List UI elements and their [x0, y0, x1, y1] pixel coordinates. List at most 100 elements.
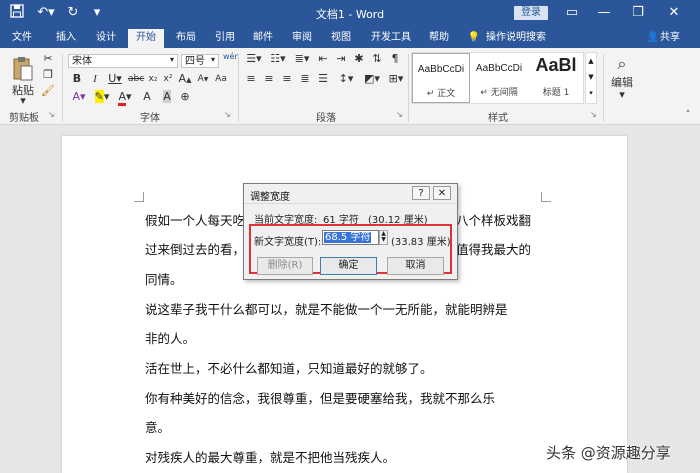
strikethrough-icon[interactable]: abc [128, 72, 144, 86]
close-button[interactable]: ✕ [660, 3, 688, 23]
increase-indent-icon[interactable]: ⇥ [334, 52, 348, 66]
shading-icon[interactable]: ◩▾ [362, 72, 382, 86]
paragraph-line-fragment[interactable]: 值得我最大的 [456, 239, 531, 258]
phonetic-guide-icon[interactable]: wén [223, 52, 240, 61]
editing-dropdown-icon[interactable]: ▾ [614, 88, 630, 102]
italic-icon[interactable]: I [88, 72, 102, 86]
borders-icon[interactable]: ⊞▾ [386, 72, 406, 86]
paragraph-line[interactable]: 活在世上，不必什么都知道，只知道最好的就够了。 [145, 358, 433, 377]
style-preview: AaBbCcDi [475, 63, 523, 74]
paragraph-line[interactable]: 非的人。 [145, 328, 195, 347]
collapse-ribbon-icon[interactable]: ˄ [682, 108, 694, 122]
tab-insert[interactable]: 插入 [50, 29, 82, 48]
ribbon-tabs: 文件 插入 设计 开始 布局 引用 邮件 审阅 视图 开发工具 帮助 💡 操作说… [0, 26, 700, 48]
bold-icon[interactable]: B [70, 72, 84, 86]
align-left-icon[interactable]: ≡ [244, 72, 258, 86]
tab-design[interactable]: 设计 [90, 29, 122, 48]
tab-file[interactable]: 文件 [6, 29, 38, 48]
paste-dropdown-icon[interactable]: ▾ [16, 94, 30, 108]
show-marks-icon[interactable]: ¶ [388, 52, 402, 66]
paragraph-line[interactable]: 对残疾人的最大尊重，就是不把他当残疾人。 [145, 447, 395, 466]
copy-icon[interactable]: ❐ [40, 68, 56, 82]
align-right-icon[interactable]: ≡ [280, 72, 294, 86]
separator [408, 54, 409, 122]
bullets-icon[interactable]: ☰▾ [244, 52, 264, 66]
clipboard-launcher-icon[interactable]: ↘ [48, 110, 55, 119]
decrease-indent-icon[interactable]: ⇤ [316, 52, 330, 66]
styles-scroll-icon[interactable]: ▲ ▼ ▾ [585, 52, 597, 104]
lightbulb-icon: 💡 [467, 32, 481, 43]
dialog-close-button[interactable]: ✕ [433, 186, 451, 200]
styles-group-label: 样式 [488, 113, 508, 124]
tell-me-search[interactable]: 操作说明搜索 [486, 29, 552, 48]
ribbon-display-options-icon[interactable]: ▭ [558, 3, 586, 23]
tab-view[interactable]: 视图 [325, 29, 357, 48]
distributed-icon[interactable]: ☰ [316, 72, 330, 86]
find-magnifier-icon[interactable]: ⌕ [610, 54, 634, 74]
tab-review[interactable]: 审阅 [286, 29, 318, 48]
font-size-dropdown-icon[interactable]: ▾ [211, 55, 215, 64]
separator [62, 54, 63, 122]
style-name: ↵ 正文 [426, 89, 456, 99]
style-no-spacing[interactable]: AaBbCcDi ↵ 无间隔 [470, 53, 528, 103]
justify-icon[interactable]: ≣ [298, 72, 312, 86]
title-bar: ↶▾ ↻ ▾ 文档1 - Word 登录 ▭ — ❐ ✕ [0, 0, 700, 26]
font-name-combo[interactable]: 宋体 [68, 54, 178, 68]
chinese-layout-icon[interactable]: ✱ [352, 52, 366, 66]
format-painter-icon[interactable]: 🖌 [40, 84, 56, 98]
subscript-icon[interactable]: x₂ [146, 72, 160, 86]
minimize-button[interactable]: — [590, 3, 618, 23]
underline-icon[interactable]: U▾ [106, 72, 124, 86]
help-button[interactable]: ? [412, 186, 430, 200]
highlight-icon[interactable]: ✎▾ [93, 90, 111, 104]
delete-button[interactable]: 删除(R) [257, 257, 313, 275]
paragraph-line[interactable]: 你有种美好的信念，我很尊重，但是要硬塞给我，我就不那么乐 [145, 388, 495, 407]
shrink-font-icon[interactable]: A▼ [196, 72, 210, 87]
separator [603, 54, 604, 122]
styles-launcher-icon[interactable]: ↘ [590, 110, 597, 119]
style-heading-1[interactable]: AaBl 标题 1 [528, 53, 584, 103]
margin-corner-mark [541, 192, 551, 202]
change-case-icon[interactable]: Aa [214, 72, 228, 86]
line-spacing-icon[interactable]: ↕▾ [336, 72, 356, 86]
restore-button[interactable]: ❐ [624, 3, 652, 23]
grow-font-icon[interactable]: A▲ [178, 72, 192, 87]
text-effects-icon[interactable]: A▾ [70, 90, 88, 104]
tab-home[interactable]: 开始 [128, 29, 164, 48]
paragraph-launcher-icon[interactable]: ↘ [396, 110, 403, 119]
tab-references[interactable]: 引用 [209, 29, 241, 48]
sort-icon[interactable]: ⇅ [370, 52, 384, 66]
dialog-title: 调整宽度 [250, 192, 290, 203]
cut-icon[interactable]: ✂ [40, 52, 56, 66]
paragraph-line[interactable]: 过来倒过去的看， [145, 239, 245, 258]
superscript-icon[interactable]: x² [161, 72, 175, 86]
multilevel-list-icon[interactable]: ≣▾ [292, 52, 312, 66]
tab-mailings[interactable]: 邮件 [247, 29, 279, 48]
tab-help[interactable]: 帮助 [423, 29, 455, 48]
paragraph-line[interactable]: 意。 [145, 417, 170, 436]
font-color-icon[interactable]: A▾ [116, 90, 134, 106]
paragraph-line[interactable]: 说这辈子我干什么都可以，就是不能做一个一无所能，就能明辨是 [145, 299, 508, 318]
tab-layout[interactable]: 布局 [170, 29, 202, 48]
ok-button[interactable]: 确定 [320, 257, 377, 275]
font-launcher-icon[interactable]: ↘ [224, 110, 231, 119]
align-center-icon[interactable]: ≡ [262, 72, 276, 86]
clear-formatting-icon[interactable]: A [140, 90, 154, 104]
share-button[interactable]: 共享 [660, 29, 686, 48]
cancel-button[interactable]: 取消 [387, 257, 444, 275]
tab-developer[interactable]: 开发工具 [366, 29, 416, 48]
style-normal[interactable]: AaBbCcDi ↵ 正文 [412, 53, 470, 103]
character-shading-icon[interactable]: A [160, 90, 174, 104]
login-button[interactable]: 登录 [514, 6, 548, 20]
font-name-dropdown-icon[interactable]: ▾ [170, 55, 174, 64]
ribbon: 粘贴 ▾ ✂ ❐ 🖌 剪贴板 ↘ 宋体 ▾ 四号 ▾ wén B I U▾ ab… [0, 48, 700, 125]
paragraph-line-fragment[interactable]: 八个样板戏翻 [456, 210, 531, 229]
paragraph-line[interactable]: 同情。 [145, 269, 183, 288]
font-group-label: 字体 [140, 113, 160, 124]
enclose-characters-icon[interactable]: ⊕ [178, 90, 192, 104]
paragraph-line[interactable]: 假如一个人每天吃 [145, 210, 245, 229]
adjust-width-dialog: 调整宽度 ? ✕ 当前文字宽度: 61 字符 (30.12 厘米) 新文字宽度(… [243, 183, 458, 280]
numbering-icon[interactable]: ☷▾ [268, 52, 288, 66]
paste-icon[interactable] [12, 56, 34, 82]
style-preview: AaBbCcDi [417, 64, 465, 75]
